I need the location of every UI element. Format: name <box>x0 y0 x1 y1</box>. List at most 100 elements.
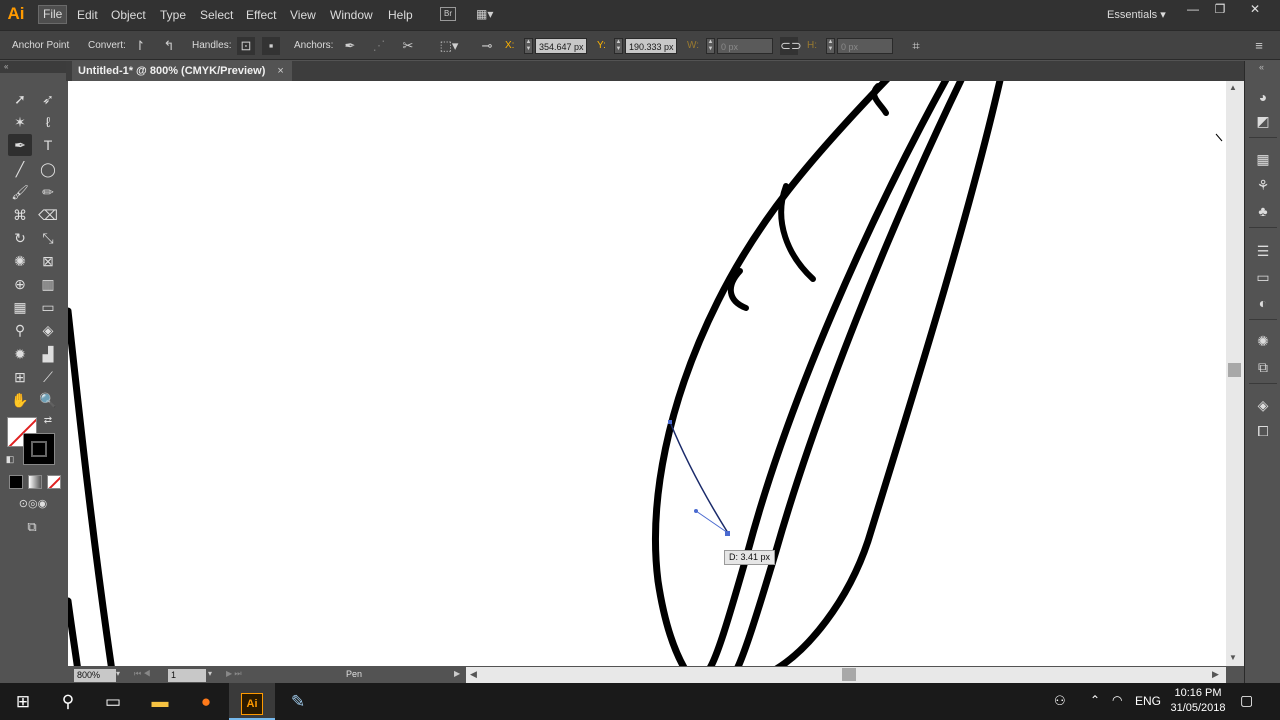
scroll-right-icon[interactable]: ▶ <box>1212 669 1219 680</box>
language-indicator[interactable]: ENG <box>1135 694 1161 708</box>
isolate-selection-icon[interactable]: ⬚▾ <box>436 37 462 55</box>
artboard-number-field[interactable]: 1 <box>168 669 206 682</box>
menu-effect[interactable]: Effect <box>242 7 280 23</box>
clock[interactable]: 10:16 PM 31/05/2018 <box>1165 686 1231 716</box>
menu-file[interactable]: File <box>38 5 68 24</box>
lasso-tool-icon[interactable]: ℓ <box>36 111 60 133</box>
vertical-scroll-thumb[interactable] <box>1228 363 1241 377</box>
constrain-proportions-icon[interactable]: ⊂⊃ <box>780 37 802 55</box>
y-field[interactable]: 190.333 px <box>625 38 677 54</box>
vertical-scrollbar[interactable]: ▲ ▼ <box>1226 81 1244 666</box>
default-fill-stroke-icon[interactable]: ◧ <box>2 451 18 467</box>
color-panel-icon[interactable]: ◕ <box>1253 87 1273 107</box>
network-icon[interactable]: ◠ <box>1112 693 1122 707</box>
swap-fill-stroke-icon[interactable]: ⇄ <box>40 413 56 429</box>
x-field[interactable]: 354.647 px <box>535 38 587 54</box>
firefox-icon[interactable]: ● <box>183 683 229 720</box>
drawing-modes-icon[interactable]: ⊙◎◉ <box>6 495 60 513</box>
align-to-icon[interactable]: ⊸ <box>478 37 496 55</box>
h-stepper[interactable]: ▲ ▼ <box>826 38 835 54</box>
zoom-tool-icon[interactable]: 🔍 <box>36 389 60 411</box>
mesh-tool-icon[interactable]: ▦ <box>8 296 32 318</box>
action-center-icon[interactable]: ▢ <box>1240 692 1253 709</box>
gradient-panel-icon[interactable]: ▭ <box>1253 267 1273 287</box>
paintbrush-tool-icon[interactable]: 🖌 <box>8 181 32 203</box>
swatches-panel-icon[interactable]: ▦ <box>1253 149 1273 169</box>
first-artboard-icon[interactable]: ⏮ ◀ <box>134 669 151 679</box>
h-field[interactable]: 0 px <box>837 38 893 54</box>
illustrator-taskbar-icon[interactable]: Ai <box>229 683 275 720</box>
remove-anchor-icon[interactable]: ✒ <box>341 37 359 55</box>
type-tool-icon[interactable]: T <box>36 134 60 156</box>
free-transform-tool-icon[interactable]: ⊠ <box>36 250 60 272</box>
scale-tool-icon[interactable]: ⤡ <box>36 227 60 249</box>
close-tab-icon[interactable]: × <box>277 65 283 77</box>
tools-panel-collapse-icon[interactable]: « <box>0 61 66 73</box>
ellipse-tool-icon[interactable]: ◯ <box>36 158 60 180</box>
w-stepper[interactable]: ▲ ▼ <box>706 38 715 54</box>
line-tool-icon[interactable]: ╱ <box>8 158 32 180</box>
stroke-swatch[interactable] <box>23 433 55 465</box>
menu-edit[interactable]: Edit <box>73 7 102 23</box>
pen-tool-icon[interactable]: ✒ <box>8 134 32 156</box>
stroke-panel-icon[interactable]: ☰ <box>1253 241 1273 261</box>
gradient-tool-icon[interactable]: ▭ <box>36 296 60 318</box>
arrange-documents-icon[interactable]: ▦▾ <box>476 6 502 22</box>
graphic-styles-panel-icon[interactable]: ⧉ <box>1253 357 1273 377</box>
hand-tool-icon[interactable]: ✋ <box>8 389 32 411</box>
appearance-panel-icon[interactable]: ✺ <box>1253 331 1273 351</box>
hide-handles-icon[interactable]: ▪ <box>262 37 280 55</box>
magic-wand-tool-icon[interactable]: ✶ <box>8 111 32 133</box>
direct-selection-tool-icon[interactable]: ➶ <box>36 88 60 110</box>
warp-tool-icon[interactable]: ✺ <box>8 250 32 272</box>
eraser-tool-icon[interactable]: ⌫ <box>36 204 60 226</box>
horizontal-scroll-thumb[interactable] <box>842 668 856 681</box>
artboard-tool-icon[interactable]: ⊞ <box>8 366 32 388</box>
symbol-sprayer-tool-icon[interactable]: ✹ <box>8 343 32 365</box>
horizontal-scrollbar[interactable]: ◀ ▶ <box>466 667 1226 683</box>
document-tab[interactable]: Untitled-1* @ 800% (CMYK/Preview) × <box>72 61 292 81</box>
x-stepper[interactable]: ▲ ▼ <box>524 38 533 54</box>
perspective-grid-tool-icon[interactable]: ▥ <box>36 273 60 295</box>
menu-object[interactable]: Object <box>107 7 150 23</box>
scroll-down-icon[interactable]: ▼ <box>1229 653 1237 662</box>
symbols-panel-icon[interactable]: ♣ <box>1253 201 1273 221</box>
layers-panel-icon[interactable]: ◈ <box>1253 395 1273 415</box>
close-button[interactable]: ✕ <box>1238 0 1272 18</box>
status-menu-icon[interactable]: ▶ <box>454 669 460 678</box>
slice-tool-icon[interactable]: ⟋ <box>36 366 60 388</box>
transform-icon[interactable]: ⌗ <box>907 37 925 55</box>
task-view-icon[interactable]: ▭ <box>90 683 136 720</box>
artboard-dropdown-icon[interactable]: ▾ <box>208 669 212 678</box>
panel-menu-icon[interactable]: ≡ <box>1250 37 1268 55</box>
w-field[interactable]: 0 px <box>717 38 773 54</box>
convert-to-smooth-icon[interactable]: ↰ <box>160 37 178 55</box>
menu-help[interactable]: Help <box>384 7 417 23</box>
workspace-switcher[interactable]: Essentials ▾ <box>1107 8 1166 21</box>
menu-view[interactable]: View <box>286 7 320 23</box>
bridge-button[interactable]: Br <box>440 7 456 21</box>
brushes-panel-icon[interactable]: ⚘ <box>1253 175 1273 195</box>
dock-expand-icon[interactable]: « <box>1259 62 1264 72</box>
search-icon[interactable]: ⚲ <box>45 683 91 720</box>
zoom-dropdown-icon[interactable]: ▾ <box>116 669 120 678</box>
blob-brush-tool-icon[interactable]: ⌘ <box>8 204 32 226</box>
zoom-field[interactable]: 800% <box>74 669 116 682</box>
none-mode-icon[interactable] <box>47 475 61 489</box>
restore-button[interactable]: ❐ <box>1203 0 1237 18</box>
column-graph-tool-icon[interactable]: ▟ <box>36 343 60 365</box>
scroll-up-icon[interactable]: ▲ <box>1229 83 1237 92</box>
color-mode-icon[interactable] <box>9 475 23 489</box>
eyedropper-tool-icon[interactable]: ⚲ <box>8 319 32 341</box>
artboards-panel-icon[interactable]: ⧠ <box>1253 421 1273 441</box>
blend-tool-icon[interactable]: ◈ <box>36 319 60 341</box>
paint-app-icon[interactable]: ✎ <box>275 683 321 720</box>
transparency-panel-icon[interactable]: ◐ <box>1253 293 1273 313</box>
menu-type[interactable]: Type <box>156 7 190 23</box>
y-stepper[interactable]: ▲ ▼ <box>614 38 623 54</box>
convert-to-corner-icon[interactable]: ↾ <box>131 37 149 55</box>
shape-builder-tool-icon[interactable]: ⊕ <box>8 273 32 295</box>
pencil-tool-icon[interactable]: ✏ <box>36 181 60 203</box>
selection-tool-icon[interactable]: ➚ <box>8 88 32 110</box>
cut-path-icon[interactable]: ✂ <box>399 37 417 55</box>
